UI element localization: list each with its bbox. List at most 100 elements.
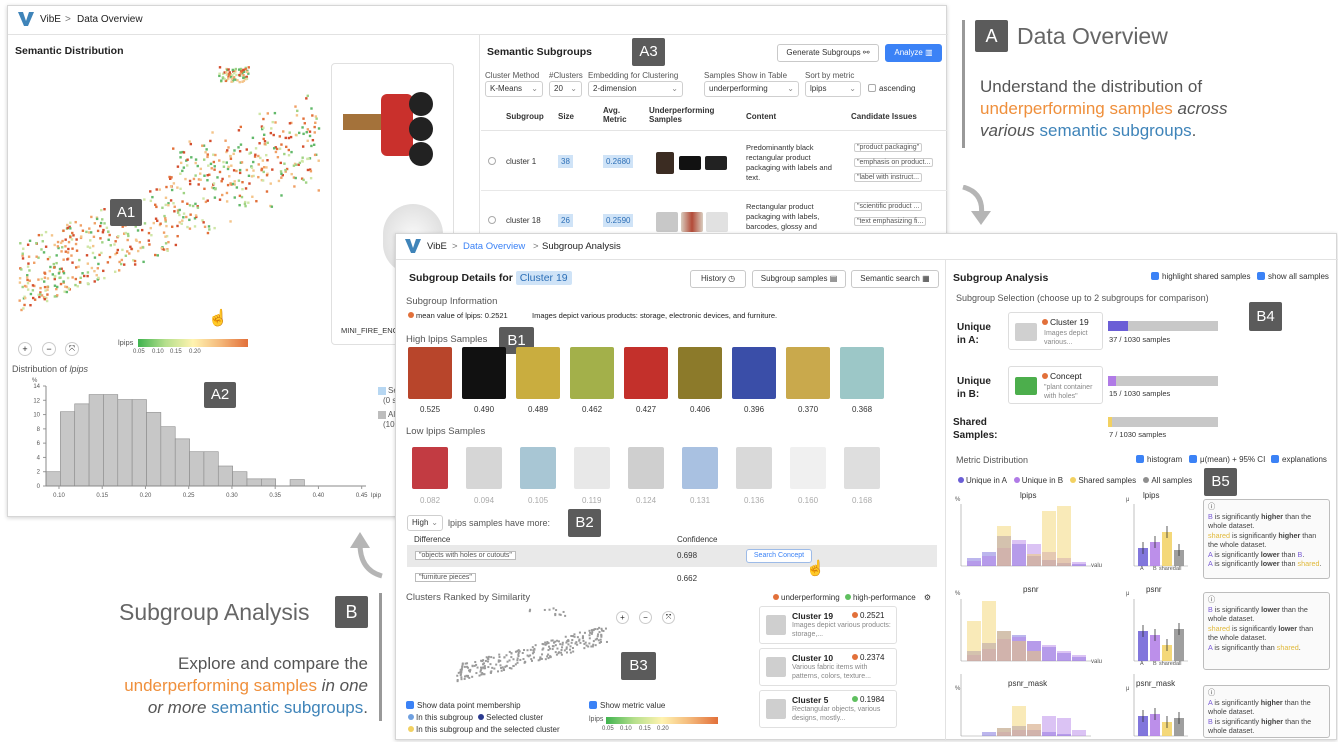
ranked-cluster-card[interactable]: Cluster 19 0.2521 Images depict various … [759, 606, 897, 644]
scatter-point [230, 80, 233, 83]
cluster-chip[interactable]: Cluster 19 [515, 271, 572, 285]
issue-chip[interactable]: "emphasis on product... [854, 158, 934, 167]
high-sample-value: 0.370 [798, 405, 819, 414]
breadcrumb-data-overview[interactable]: Data Overview [77, 14, 143, 25]
sort-metric-select[interactable]: lpips ⌄ [805, 81, 861, 97]
analyze-button[interactable]: Analyze ▥ [885, 44, 942, 62]
scatter-point [241, 180, 244, 184]
histogram-checkbox[interactable]: histogram [1136, 455, 1182, 464]
scatter-point [53, 266, 56, 269]
ctrl-label-clusters: #Clusters [549, 71, 583, 80]
table-row[interactable]: cluster 18 26 0.2590 Rectangular product… [481, 192, 947, 234]
scatter-point [212, 153, 215, 156]
issue-chip[interactable]: "product packaging" [854, 143, 923, 152]
zoom-in-icon[interactable]: + [18, 342, 32, 356]
scatter-point [599, 638, 602, 641]
subgroup-details-title: Subgroup Details for Cluster 19 [409, 271, 572, 285]
similarity-scatter[interactable] [416, 602, 616, 697]
table-row[interactable]: cluster 1 38 0.2680 Predominantly black … [481, 133, 947, 191]
highlight-shared-checkbox[interactable]: highlight shared samples [1151, 272, 1251, 281]
high-sample-value: 0.396 [744, 405, 765, 414]
low-samples-title: Low lpips Samples [406, 426, 486, 437]
high-sample-image[interactable] [678, 347, 722, 399]
breadcrumb-data-overview[interactable]: Data Overview [463, 241, 525, 252]
scatter-point [456, 674, 459, 677]
low-sample-image[interactable] [844, 447, 880, 489]
scatter-point [95, 273, 98, 277]
scatter-point [66, 276, 70, 280]
low-sample-image[interactable] [682, 447, 718, 489]
history-button[interactable]: History ◷ [690, 270, 746, 288]
row-radio[interactable] [488, 157, 496, 165]
low-sample-image[interactable] [628, 447, 664, 489]
scatter-point [226, 149, 229, 152]
cluster-method-select[interactable]: K-Means ⌄ [485, 81, 543, 97]
diff-chip[interactable]: "furniture pieces" [415, 573, 476, 582]
scatter-point [229, 157, 233, 160]
zoom-out-icon[interactable]: − [42, 342, 56, 356]
high-sample-image[interactable] [786, 347, 830, 399]
gear-icon[interactable]: ⚙ [924, 593, 931, 602]
scatter-point [154, 253, 157, 257]
logo-icon [18, 12, 34, 26]
row-radio[interactable] [488, 216, 496, 224]
subgroup-b-card[interactable]: Concept "plant container with holes" [1008, 366, 1103, 404]
high-sample-image[interactable] [570, 347, 614, 399]
subgroup-samples-button[interactable]: Subgroup samples ▤ [752, 270, 846, 288]
show-membership-checkbox[interactable]: Show data point membership [406, 701, 521, 710]
scatter-point [156, 254, 159, 257]
issue-chip[interactable]: "label with instruct... [854, 173, 923, 182]
embedding-select[interactable]: 2-dimension ⌄ [588, 81, 683, 97]
ranked-cluster-value: 0.2374 [852, 653, 884, 662]
scatter-point [532, 656, 535, 659]
ascending-checkbox[interactable]: ascending [868, 84, 915, 93]
high-sample-image[interactable] [732, 347, 776, 399]
generate-subgroups-button[interactable]: Generate Subgroups ⚯ [777, 44, 879, 62]
low-sample-image[interactable] [736, 447, 772, 489]
show-all-checkbox[interactable]: show all samples [1257, 272, 1329, 281]
low-sample-image[interactable] [520, 447, 556, 489]
samples-show-select[interactable]: underperforming ⌄ [704, 81, 799, 97]
semantic-scatter[interactable]: ☝ [8, 61, 338, 331]
high-sample-image[interactable] [624, 347, 668, 399]
scatter-point [43, 297, 46, 301]
scatter-point [74, 277, 78, 281]
ranked-cluster-card[interactable]: Cluster 10 0.2374 Various fabric items w… [759, 648, 897, 686]
issue-chip[interactable]: "scientific product ... [854, 202, 923, 211]
high-sample-image[interactable] [408, 347, 452, 399]
tag-b3: B3 [621, 652, 656, 680]
fit-view-icon[interactable]: ⤧ [65, 342, 79, 356]
low-sample-image[interactable] [790, 447, 826, 489]
high-sample-image[interactable] [840, 347, 884, 399]
subgroup-a-card[interactable]: Cluster 19 Images depict various... [1008, 312, 1103, 350]
low-sample-image[interactable] [574, 447, 610, 489]
explanations-checkbox[interactable]: explanations [1271, 455, 1327, 464]
diff-chip[interactable]: "objects with holes or cutouts" [415, 551, 516, 560]
high-sample-value: 0.368 [852, 405, 873, 414]
issue-chip[interactable]: "text emphasizing fi... [854, 217, 927, 226]
scatter-point [461, 662, 464, 665]
zoom-out-icon[interactable]: − [639, 611, 652, 624]
scatter-point [227, 68, 230, 71]
num-clusters-select[interactable]: 20 ⌄ [549, 81, 582, 97]
scatter-point [307, 157, 310, 160]
high-sample-image[interactable] [516, 347, 560, 399]
low-sample-image[interactable] [466, 447, 502, 489]
scatter-point [238, 150, 242, 153]
high-sample-image[interactable] [462, 347, 506, 399]
search-concept-button[interactable]: Search Concept [746, 549, 812, 563]
mean-ci-checkbox[interactable]: μ(mean) + 95% CI [1189, 455, 1265, 464]
fit-view-icon[interactable]: ⤧ [662, 611, 675, 624]
show-metric-checkbox[interactable]: Show metric value [589, 701, 665, 710]
zoom-in-icon[interactable]: + [616, 611, 629, 624]
high-low-select[interactable]: High ⌄ [407, 515, 443, 531]
low-sample-image[interactable] [412, 447, 448, 489]
sample-thumb [706, 212, 728, 232]
scatter-point [295, 114, 299, 117]
scatter-point [528, 610, 531, 613]
scatter-point [101, 231, 105, 234]
scatter-point [510, 667, 513, 670]
ranked-cluster-card[interactable]: Cluster 5 0.1984 Rectangular objects, va… [759, 690, 897, 728]
metric-legend-label: lpips [589, 716, 604, 723]
semantic-search-button[interactable]: Semantic search ▦ [851, 270, 939, 288]
